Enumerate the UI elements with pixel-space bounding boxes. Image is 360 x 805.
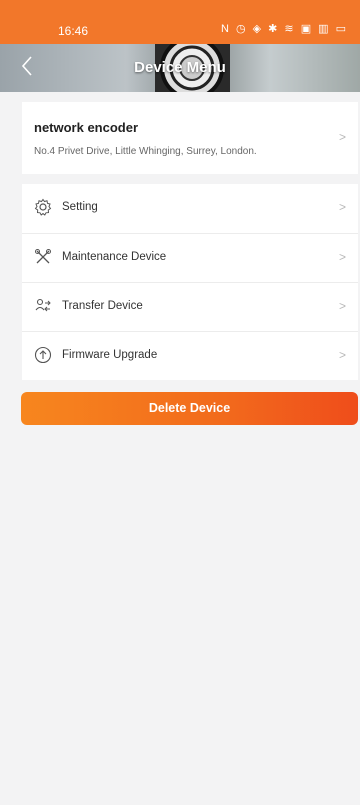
upgrade-icon [34,346,52,364]
menu-item-label: Transfer Device [62,300,143,312]
menu-item-label: Firmware Upgrade [62,349,158,361]
menu-list: Setting > Maintenance Device > Transfer … [22,184,358,380]
device-name: network encoder [34,120,139,135]
header: Device Menu [0,44,360,92]
chevron-right-icon: > [338,200,346,214]
status-time: 16:46 [58,24,89,38]
device-card[interactable]: network encoder No.4 Privet Drive, Littl… [22,102,358,174]
device-address: No.4 Privet Drive, Little Whinging, Surr… [34,146,257,157]
transfer-icon [35,298,51,312]
chevron-right-icon: > [338,250,346,264]
status-bar: 16:46 N ◷ ◈ ✱ ≋ ▣ ▥ ▭ [0,0,360,44]
menu-item-firmware-upgrade[interactable]: Firmware Upgrade > [22,331,358,381]
page-background [0,798,360,805]
menu-item-transfer-device[interactable]: Transfer Device > [22,282,358,332]
page-title: Device Menu [134,59,226,76]
tools-icon [35,249,51,264]
menu-item-label: Maintenance Device [62,251,167,263]
status-icons: N ◷ ◈ ✱ ≋ ▣ ▥ ▭ [220,23,348,35]
chevron-right-icon: > [338,348,346,362]
delete-device-button[interactable]: Delete Device [21,392,358,425]
chevron-right-icon: > [338,299,346,313]
menu-item-maintenance-device[interactable]: Maintenance Device > [22,233,358,283]
gear-icon [34,198,52,216]
menu-item-setting[interactable]: Setting > [22,184,358,233]
chevron-right-icon: > [338,130,346,144]
menu-item-label: Setting [62,201,98,213]
